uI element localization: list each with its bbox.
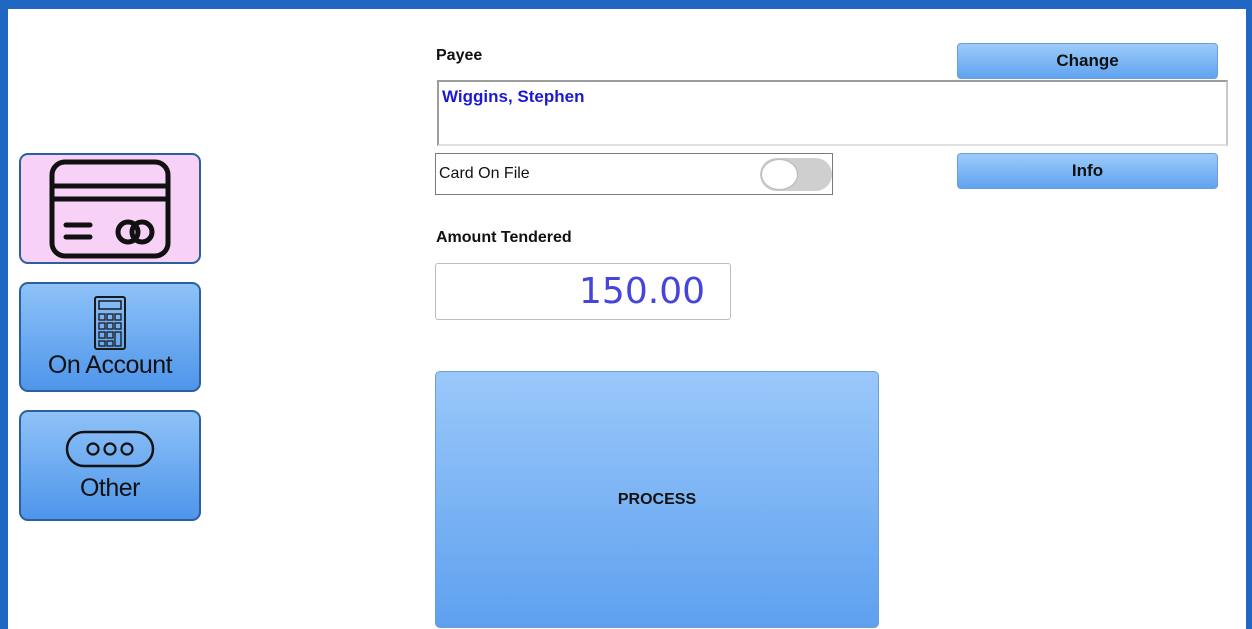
info-button[interactable]: Info <box>957 153 1218 189</box>
change-button[interactable]: Change <box>957 43 1218 79</box>
tender-other-button[interactable]: Other <box>19 410 201 521</box>
more-dots-icon <box>65 430 155 467</box>
card-on-file-toggle[interactable] <box>760 158 832 191</box>
window-frame-top <box>0 0 1252 9</box>
process-button[interactable]: PROCESS <box>435 371 879 628</box>
toggle-knob <box>762 160 797 189</box>
tender-other-label: Other <box>79 473 141 502</box>
amount-tendered-input[interactable]: 150.00 <box>435 263 731 320</box>
process-label: PROCESS <box>617 490 697 508</box>
calculator-icon <box>94 296 126 350</box>
card-on-file-row: Card On File <box>435 153 833 195</box>
window-frame-right <box>1246 0 1252 629</box>
payee-label: Payee <box>436 47 483 64</box>
amount-tendered-label: Amount Tendered <box>436 229 572 246</box>
credit-card-icon <box>49 159 171 258</box>
tender-card-button[interactable] <box>19 153 201 264</box>
tender-on-account-label: On Account <box>47 351 173 379</box>
card-on-file-label: Card On File <box>439 165 530 182</box>
payee-field[interactable]: Wiggins, Stephen <box>437 80 1228 146</box>
tender-on-account-button[interactable]: On Account <box>19 282 201 392</box>
window-frame-left <box>0 0 8 629</box>
payee-name: Wiggins, Stephen <box>442 87 585 106</box>
